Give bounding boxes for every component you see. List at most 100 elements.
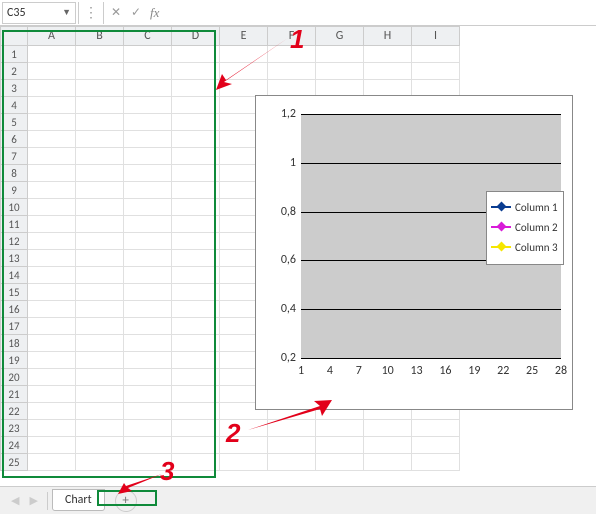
cell[interactable] — [28, 403, 76, 420]
cell[interactable] — [76, 267, 124, 284]
cell[interactable] — [124, 250, 172, 267]
cell[interactable] — [76, 335, 124, 352]
cell[interactable] — [364, 63, 412, 80]
name-box[interactable]: C35 ▼ — [2, 2, 76, 24]
row-header[interactable]: 16 — [0, 301, 28, 318]
cell[interactable] — [76, 386, 124, 403]
cell[interactable] — [28, 250, 76, 267]
cell[interactable] — [172, 250, 220, 267]
cell[interactable] — [316, 46, 364, 63]
cell[interactable] — [172, 335, 220, 352]
cell[interactable] — [76, 46, 124, 63]
cell[interactable] — [76, 301, 124, 318]
cell[interactable] — [172, 369, 220, 386]
cell[interactable] — [28, 420, 76, 437]
legend-item[interactable]: Column 2 — [491, 217, 559, 237]
cell[interactable] — [124, 114, 172, 131]
cell[interactable] — [28, 199, 76, 216]
row-header[interactable]: 15 — [0, 284, 28, 301]
row-header[interactable]: 24 — [0, 437, 28, 454]
column-header[interactable]: B — [76, 26, 124, 46]
column-header[interactable]: G — [316, 26, 364, 46]
cell[interactable] — [124, 199, 172, 216]
cell[interactable] — [412, 437, 460, 454]
cell[interactable] — [124, 437, 172, 454]
column-header[interactable]: I — [412, 26, 460, 46]
cell[interactable] — [172, 216, 220, 233]
row-header[interactable]: 19 — [0, 352, 28, 369]
cell[interactable] — [268, 437, 316, 454]
cell[interactable] — [364, 420, 412, 437]
cell[interactable] — [220, 454, 268, 471]
cell[interactable] — [172, 148, 220, 165]
cell[interactable] — [28, 318, 76, 335]
cell[interactable] — [172, 352, 220, 369]
cell[interactable] — [124, 267, 172, 284]
cell[interactable] — [124, 80, 172, 97]
row-header[interactable]: 9 — [0, 182, 28, 199]
row-header[interactable]: 4 — [0, 97, 28, 114]
column-header[interactable]: A — [28, 26, 76, 46]
cell[interactable] — [76, 199, 124, 216]
row-header[interactable]: 21 — [0, 386, 28, 403]
cell[interactable] — [364, 454, 412, 471]
cell[interactable] — [172, 318, 220, 335]
row-header[interactable]: 1 — [0, 46, 28, 63]
row-header[interactable]: 18 — [0, 335, 28, 352]
tab-nav-prev-icon[interactable]: ◀ — [6, 494, 24, 507]
row-header[interactable]: 10 — [0, 199, 28, 216]
cell[interactable] — [124, 216, 172, 233]
cell[interactable] — [28, 369, 76, 386]
cell[interactable] — [28, 46, 76, 63]
cell[interactable] — [172, 386, 220, 403]
cell[interactable] — [76, 420, 124, 437]
row-header[interactable]: 25 — [0, 454, 28, 471]
cell[interactable] — [124, 301, 172, 318]
cell[interactable] — [124, 97, 172, 114]
cell[interactable] — [76, 216, 124, 233]
cell[interactable] — [124, 165, 172, 182]
row-header[interactable]: 2 — [0, 63, 28, 80]
cell[interactable] — [172, 97, 220, 114]
cell[interactable] — [172, 182, 220, 199]
cell[interactable] — [124, 386, 172, 403]
cell[interactable] — [172, 454, 220, 471]
cell[interactable] — [124, 46, 172, 63]
cell[interactable] — [76, 80, 124, 97]
cell[interactable] — [172, 403, 220, 420]
cell[interactable] — [172, 131, 220, 148]
cell[interactable] — [76, 352, 124, 369]
cell[interactable] — [28, 80, 76, 97]
cell[interactable] — [124, 182, 172, 199]
cell[interactable] — [28, 301, 76, 318]
cell[interactable] — [316, 63, 364, 80]
cell[interactable] — [124, 63, 172, 80]
cell[interactable] — [28, 148, 76, 165]
cell[interactable] — [316, 437, 364, 454]
cell[interactable] — [172, 165, 220, 182]
cell[interactable] — [76, 284, 124, 301]
chevron-down-icon[interactable]: ▼ — [62, 7, 71, 18]
dots-icon[interactable]: ⋮ — [81, 2, 101, 24]
cell[interactable] — [412, 454, 460, 471]
cell[interactable] — [28, 335, 76, 352]
cell[interactable] — [124, 352, 172, 369]
cell[interactable] — [172, 420, 220, 437]
sheet-tab-chart[interactable]: Chart — [52, 489, 105, 511]
cell[interactable] — [76, 233, 124, 250]
cell[interactable] — [412, 420, 460, 437]
cell[interactable] — [172, 284, 220, 301]
cell[interactable] — [76, 182, 124, 199]
cell[interactable] — [364, 46, 412, 63]
row-header[interactable]: 14 — [0, 267, 28, 284]
cell[interactable] — [76, 454, 124, 471]
cell[interactable] — [76, 250, 124, 267]
row-header[interactable]: 6 — [0, 131, 28, 148]
row-header[interactable]: 22 — [0, 403, 28, 420]
cell[interactable] — [124, 369, 172, 386]
cancel-icon[interactable]: ✕ — [106, 2, 126, 24]
cell[interactable] — [76, 369, 124, 386]
fx-label[interactable]: fx — [150, 5, 159, 21]
cell[interactable] — [76, 114, 124, 131]
formula-input[interactable] — [159, 2, 596, 24]
